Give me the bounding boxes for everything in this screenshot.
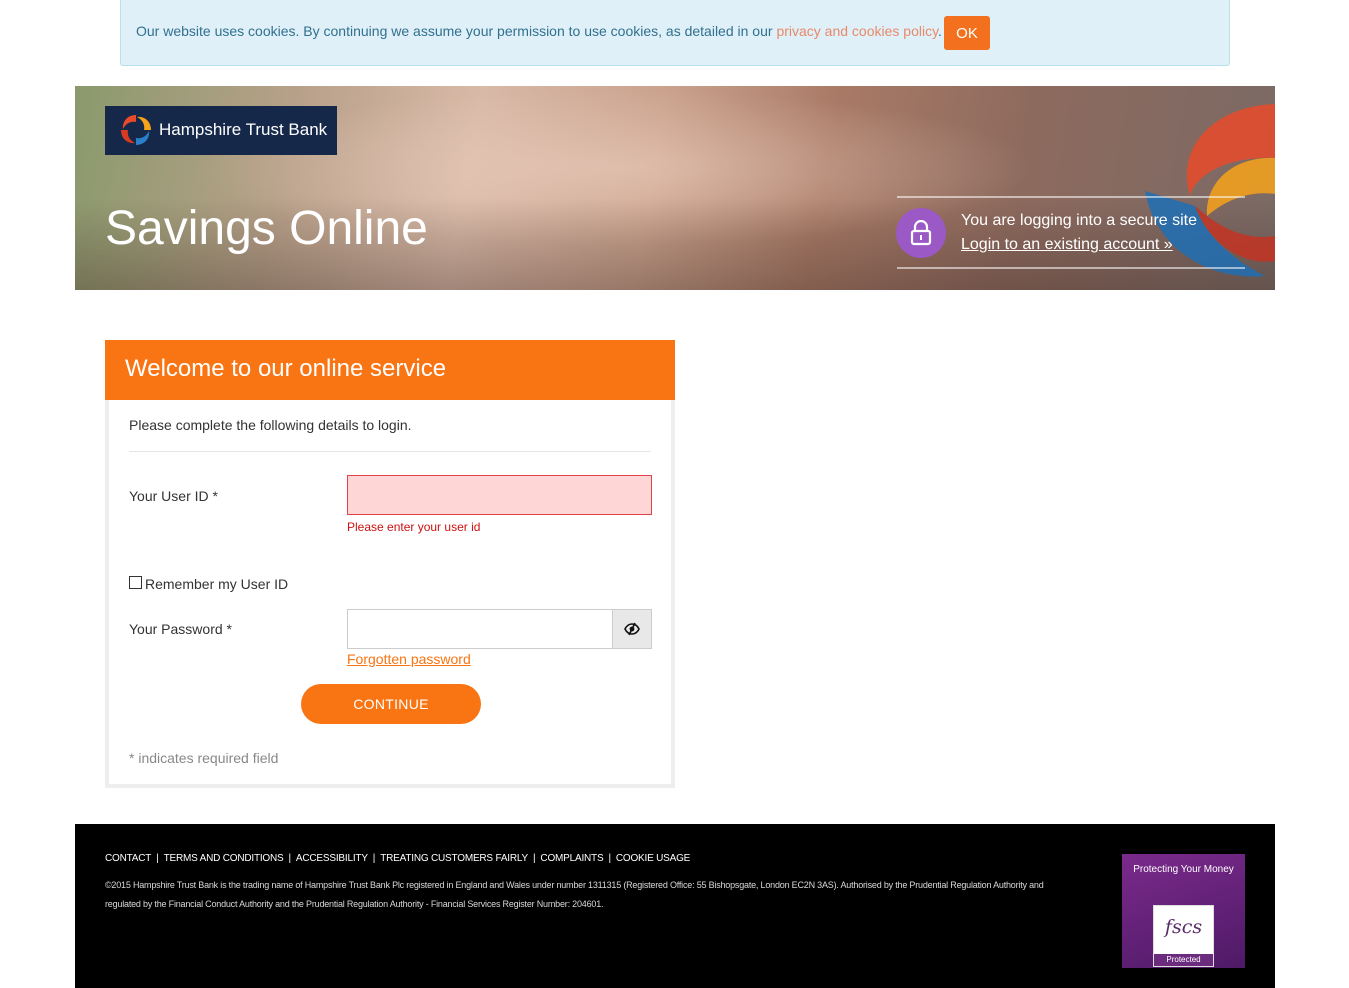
footer-links: CONTACT | TERMS AND CONDITIONS | ACCESSIBILI… — [105, 853, 690, 864]
fscs-badge-title: Protecting Your Money — [1133, 864, 1234, 875]
cookie-banner: Our website uses cookies. By continuing … — [120, 0, 1230, 66]
login-panel: Welcome to our online service Please com… — [105, 340, 675, 788]
footer-link-cookie-usage[interactable]: COOKIE USAGE — [616, 853, 690, 864]
required-field-note: * indicates required field — [129, 750, 279, 766]
bank-name: Hampshire Trust Bank — [159, 120, 328, 139]
hampshire-logo-icon — [120, 114, 152, 146]
cookie-text-before: Our website uses cookies. By continuing … — [136, 23, 777, 39]
footer-separator: | — [608, 853, 611, 864]
lock-glyph — [910, 220, 932, 246]
footer-link-terms[interactable]: TERMS AND CONDITIONS — [164, 853, 284, 864]
secure-divider-bottom — [897, 267, 1245, 269]
password-label: Your Password * — [129, 621, 232, 637]
remember-user-id-checkbox[interactable] — [129, 576, 142, 589]
user-id-error: Please enter your user id — [347, 520, 481, 534]
login-panel-title: Welcome to our online service — [125, 355, 447, 382]
fscs-badge[interactable]: Protecting Your Money fscs Protected — [1122, 854, 1245, 968]
existing-account-login-link[interactable]: Login to an existing account » — [961, 236, 1173, 254]
login-divider — [129, 451, 651, 452]
brand-swirl-graphic — [1145, 104, 1275, 277]
cookie-text-after: . — [938, 23, 942, 39]
footer-separator: | — [288, 853, 292, 864]
login-panel-header: Welcome to our online service — [105, 340, 675, 400]
remember-user-id-label[interactable]: Remember my User ID — [145, 576, 288, 592]
fscs-protected-label: Protected — [1154, 954, 1213, 966]
secure-divider-top — [897, 196, 1245, 198]
login-intro-text: Please complete the following details to… — [129, 417, 412, 433]
cookie-ok-button[interactable]: OK — [944, 16, 990, 50]
hero-banner: Hampshire Trust Bank Savings Online You … — [75, 86, 1275, 290]
footer-link-treating-customers-fairly[interactable]: TREATING CUSTOMERS FAIRLY — [380, 853, 528, 864]
footer-link-accessibility[interactable]: ACCESSIBILITY — [296, 853, 368, 864]
footer-legal-text: ©2015 Hampshire Trust Bank is the tradin… — [105, 880, 1044, 909]
privacy-policy-link[interactable]: privacy and cookies policy — [776, 23, 938, 39]
footer-separator: | — [372, 853, 376, 864]
footer-link-contact[interactable]: CONTACT — [105, 853, 151, 864]
fscs-logo-text: fscs — [1164, 916, 1203, 938]
forgotten-password-link[interactable]: Forgotten password — [347, 651, 471, 667]
footer-separator: | — [533, 853, 536, 864]
footer: CONTACT | TERMS AND CONDITIONS | ACCESSIBILI… — [75, 824, 1275, 988]
continue-button[interactable]: CONTINUE — [301, 684, 481, 724]
footer-separator: | — [156, 853, 159, 864]
fscs-logo-icon: fscs Protected — [1153, 905, 1214, 967]
user-id-label: Your User ID * — [129, 488, 218, 504]
password-input[interactable] — [347, 609, 613, 649]
secure-site-notice: You are logging into a secure site — [961, 212, 1198, 229]
show-password-button[interactable] — [612, 609, 652, 649]
eye-icon — [624, 622, 640, 636]
bank-logo[interactable]: Hampshire Trust Bank — [105, 106, 337, 155]
user-id-input[interactable] — [347, 475, 652, 515]
cookie-message: Our website uses cookies. By continuing … — [136, 23, 942, 39]
page-title: Savings Online — [105, 202, 428, 255]
lock-icon — [896, 208, 946, 258]
footer-link-complaints[interactable]: COMPLAINTS — [540, 853, 603, 864]
